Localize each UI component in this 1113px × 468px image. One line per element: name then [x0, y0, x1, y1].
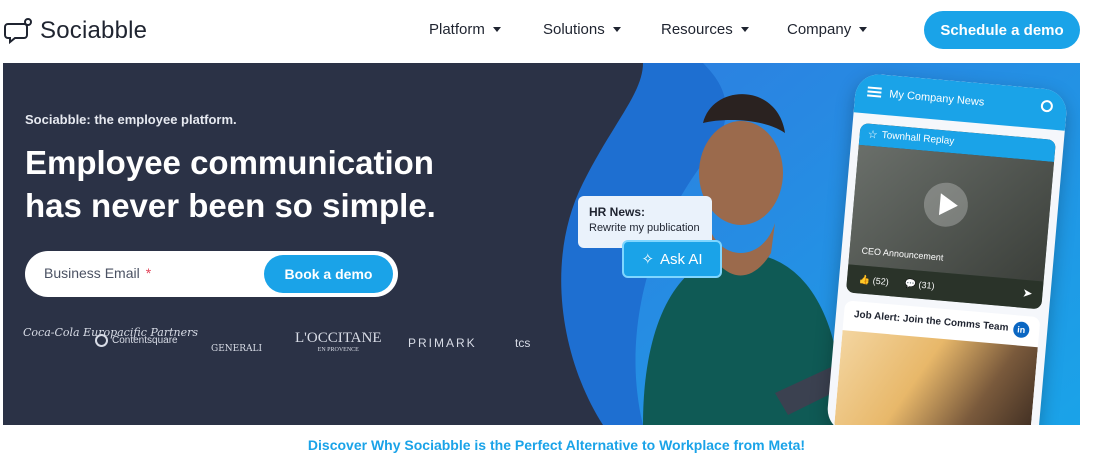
discover-link[interactable]: Discover Why Sociabble is the Perfect Al… [0, 437, 1113, 453]
phone-app-title: My Company News [888, 88, 985, 109]
comments-count: 💬 (31) [904, 278, 935, 291]
hamburger-menu-icon [867, 86, 882, 98]
logo-contentsquare: Contentsquare [95, 334, 178, 347]
thumbs-up-icon: 👍 [858, 274, 871, 286]
video-thumbnail: CEO Announcement [848, 144, 1055, 282]
schedule-demo-button[interactable]: Schedule a demo [924, 11, 1080, 49]
hero-headline: Employee communication has never been so… [25, 141, 495, 227]
headline-line-2: has never been so simple. [25, 187, 436, 224]
contentsquare-icon [95, 334, 108, 347]
nav-platform-label: Platform [429, 21, 485, 38]
logo-primark: PRIMARK [408, 336, 477, 350]
brand-logo[interactable]: Sociabble [4, 16, 147, 46]
logo-loccitane: L'OCCITANE EN PROVENCE [295, 330, 382, 353]
townhall-card: ☆ Townhall Replay CEO Announcement 👍 (52… [845, 122, 1056, 310]
brand-name: Sociabble [40, 17, 148, 44]
share-icon: ➤ [1021, 285, 1034, 301]
ask-ai-button[interactable]: ✧ Ask AI [622, 240, 722, 278]
play-icon [922, 180, 970, 229]
hero-banner: Sociabble: the employee platform. Employ… [3, 63, 1080, 425]
townhall-label: Townhall Replay [881, 129, 955, 148]
nav-company[interactable]: Company [787, 21, 868, 38]
nav-solutions[interactable]: Solutions [543, 21, 621, 38]
site-header: Sociabble Platform Solutions Resources C… [0, 0, 1113, 62]
hero-eyebrow: Sociabble: the employee platform. [25, 112, 237, 127]
nav-company-label: Company [787, 21, 852, 38]
ask-ai-label: Ask AI [660, 250, 703, 268]
search-icon [1040, 99, 1054, 113]
video-caption: CEO Announcement [861, 245, 944, 263]
nav-solutions-label: Solutions [543, 21, 605, 38]
logo-generali: GENERALI [211, 344, 263, 354]
email-field[interactable]: Business Email * [44, 265, 151, 281]
email-placeholder: Business Email [44, 265, 140, 281]
chevron-down-icon [612, 27, 621, 32]
chevron-down-icon [859, 27, 868, 32]
nav-resources[interactable]: Resources [661, 21, 749, 38]
headline-line-1: Employee communication [25, 144, 434, 181]
hr-news-title: HR News: [589, 205, 646, 219]
chevron-down-icon [740, 27, 749, 32]
job-alert-title: Job Alert: Join the Comms Team [853, 309, 1009, 334]
phone-mockup: My Company News ☆ Townhall Replay CEO An… [825, 72, 1069, 425]
demo-form: Business Email * Book a demo [25, 251, 398, 297]
nav-platform[interactable]: Platform [429, 21, 501, 38]
linkedin-icon: in [1012, 321, 1030, 339]
chevron-down-icon [492, 27, 501, 32]
job-alert-card: Job Alert: Join the Comms Team in [833, 300, 1041, 425]
required-marker: * [145, 265, 152, 281]
comment-icon: 💬 [904, 278, 917, 290]
book-demo-button[interactable]: Book a demo [264, 255, 393, 293]
star-icon: ☆ [867, 128, 879, 142]
hr-news-subtitle: Rewrite my publication [589, 222, 700, 234]
logo-tcs: tcs [515, 336, 531, 350]
likes-count: 👍 (52) [858, 274, 890, 287]
nav-resources-label: Resources [661, 21, 733, 38]
sociabble-logo-icon [4, 18, 32, 45]
sparkle-icon: ✧ [641, 251, 655, 268]
team-photo [833, 330, 1038, 425]
